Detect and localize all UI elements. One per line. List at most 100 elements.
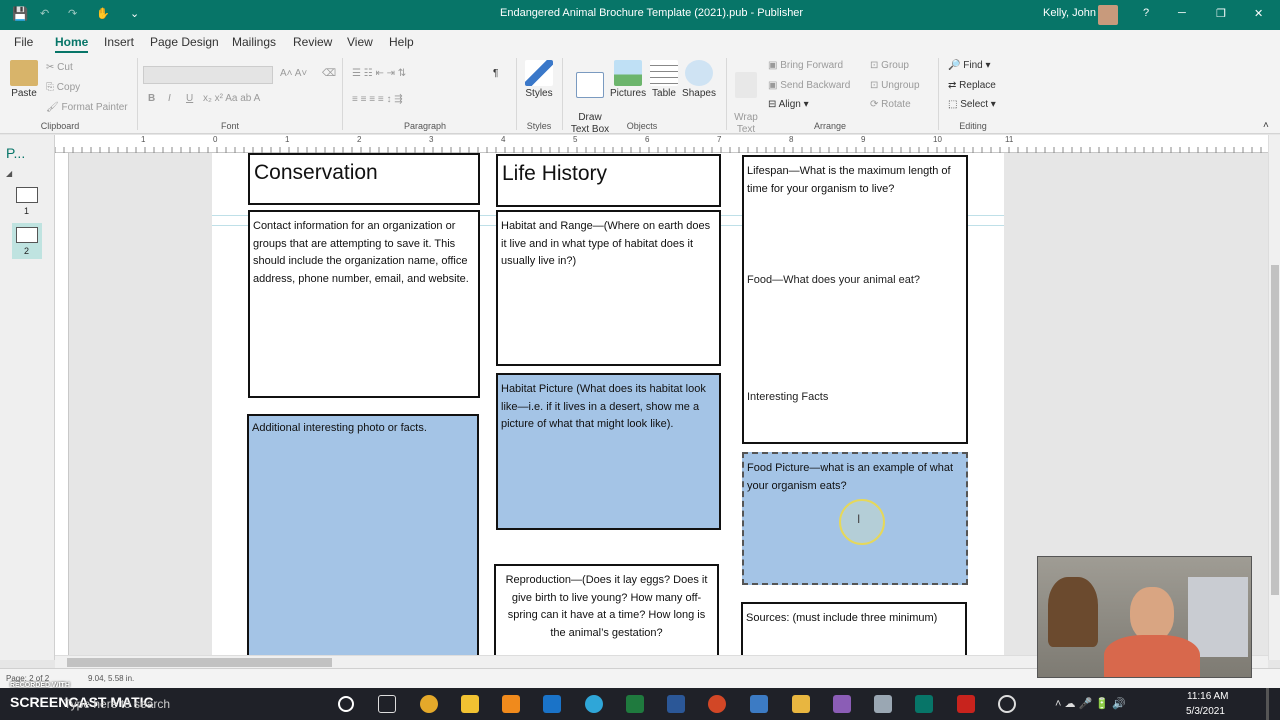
select-button[interactable]: ⬚ Select ▾: [948, 99, 996, 110]
chrome-icon[interactable]: [420, 695, 438, 713]
group-objects-label: Objects: [626, 121, 658, 131]
edge-icon[interactable]: [585, 695, 603, 713]
tab-help[interactable]: Help: [389, 35, 414, 49]
touch-mode-icon[interactable]: ✋: [96, 7, 110, 20]
food-picture-text: Food Picture—what is an example of what …: [747, 462, 954, 492]
send-backward-button[interactable]: ▣ Send Backward: [768, 80, 850, 91]
font-name-input[interactable]: [143, 66, 273, 84]
vlc-icon[interactable]: [502, 695, 520, 713]
tray-icons[interactable]: ˄ ☁ 🎤 🔋 🔊: [1055, 697, 1126, 710]
clear-format-icon[interactable]: ⌫: [322, 68, 336, 79]
tab-mailings[interactable]: Mailings: [232, 35, 276, 49]
tab-review[interactable]: Review: [293, 35, 332, 49]
excel-icon[interactable]: [626, 695, 644, 713]
tab-page-design[interactable]: Page Design: [150, 35, 219, 49]
word-icon[interactable]: [667, 695, 685, 713]
powerpoint-icon[interactable]: [708, 695, 726, 713]
scroll-thumb[interactable]: [67, 658, 332, 667]
group-styles-label: Styles: [526, 121, 552, 131]
lifespan-food-box[interactable]: Lifespan—What is the maximum length of t…: [742, 155, 968, 444]
media-icon[interactable]: [833, 695, 851, 713]
vertical-scrollbar[interactable]: [1268, 135, 1280, 660]
acrobat-icon[interactable]: [957, 695, 975, 713]
font-format-icons[interactable]: x₂ x² Aa ab A: [203, 93, 260, 104]
habitat-range-text: Habitat and Range—(Where on earth does i…: [501, 220, 711, 267]
publisher-icon[interactable]: [915, 695, 933, 713]
tab-insert[interactable]: Insert: [104, 35, 134, 49]
align-icons[interactable]: ≡ ≡ ≡ ≡ ↕ ⇶: [352, 94, 403, 105]
life-history-title-box[interactable]: Life History: [496, 154, 721, 207]
show-desktop-button[interactable]: [1266, 688, 1269, 720]
collapse-arrow-icon[interactable]: ◢: [6, 169, 12, 178]
conservation-body: Contact information for an organization …: [253, 220, 469, 285]
person-shirt: [1104, 635, 1200, 677]
user-name[interactable]: Kelly, John: [1043, 7, 1096, 19]
scroll-thumb[interactable]: [1271, 265, 1279, 595]
app-icon[interactable]: [874, 695, 892, 713]
styles-button[interactable]: Styles: [522, 60, 556, 100]
horizontal-ruler[interactable]: 1 0 1 2 3 4 5 6 7 8 9 10 11: [55, 135, 1270, 153]
list-icons[interactable]: ☰ ☷ ⇤ ⇥ ⇅: [352, 68, 406, 79]
menu-bar: File Home Insert Page Design Mailings Re…: [0, 30, 1280, 54]
divider: [137, 58, 138, 130]
shapes-button[interactable]: Shapes: [682, 60, 716, 100]
format-painter-button[interactable]: 🖌 Format Painter: [46, 102, 128, 113]
minimize-button[interactable]: ─: [1178, 7, 1186, 19]
ungroup-button[interactable]: ⊡ Ungroup: [870, 80, 920, 91]
cortana-icon[interactable]: [338, 696, 354, 712]
copy-button[interactable]: ⎘ Copy: [46, 82, 80, 93]
clock-date[interactable]: 5/3/2021: [1186, 706, 1225, 717]
cut-button[interactable]: ✂ Cut: [46, 62, 73, 73]
page-thumbnail-2-selected[interactable]: 2: [12, 223, 42, 259]
file-explorer-icon[interactable]: [461, 695, 479, 713]
outlook-icon[interactable]: [543, 695, 561, 713]
font-grow-icon[interactable]: A˄ A˅: [280, 68, 307, 79]
undo-icon[interactable]: ↶: [40, 7, 49, 20]
show-formatting-button[interactable]: ¶: [493, 68, 498, 79]
taskbar: SCREENCAST MATIC Type here to search ˄ ☁…: [0, 688, 1280, 720]
draw-text-box-button[interactable]: Draw Text Box: [568, 60, 612, 136]
additional-photo-box[interactable]: Additional interesting photo or facts.: [247, 414, 479, 655]
bold-button[interactable]: B: [148, 93, 155, 104]
save-icon[interactable]: 💾: [12, 6, 28, 22]
align-button[interactable]: ⊟ Align ▾: [768, 99, 809, 110]
tab-file[interactable]: File: [14, 35, 33, 49]
conservation-title-box[interactable]: Conservation: [248, 153, 480, 205]
life-history-title: Life History: [502, 162, 608, 185]
replace-button[interactable]: ⇄ Replace: [948, 80, 996, 91]
bring-forward-button[interactable]: ▣ Bring Forward: [768, 60, 843, 71]
record-icon[interactable]: [998, 695, 1016, 713]
folder-icon[interactable]: [792, 695, 810, 713]
redo-icon[interactable]: ↷: [68, 7, 77, 20]
conservation-text-box[interactable]: Contact information for an organization …: [248, 210, 480, 398]
table-button[interactable]: Table: [648, 60, 680, 100]
reproduction-box[interactable]: Reproduction—(Does it lay eggs? Does it …: [494, 564, 719, 655]
photos-icon[interactable]: [750, 695, 768, 713]
find-button[interactable]: 🔎 Find ▾: [948, 60, 991, 71]
sources-box[interactable]: Sources: (must include three minimum): [741, 602, 967, 655]
page-thumbnail-1[interactable]: [16, 187, 38, 203]
avatar[interactable]: [1098, 5, 1118, 25]
tab-view[interactable]: View: [347, 35, 373, 49]
customize-qat-icon[interactable]: ⌄: [130, 7, 139, 20]
underline-button[interactable]: U: [186, 93, 193, 104]
italic-button[interactable]: I: [168, 93, 171, 104]
vertical-ruler[interactable]: [55, 153, 69, 655]
help-button[interactable]: ?: [1143, 7, 1149, 19]
habitat-picture-box[interactable]: Habitat Picture (What does its habitat l…: [496, 373, 721, 530]
pictures-button[interactable]: Pictures: [610, 60, 646, 100]
restore-button[interactable]: ❐: [1216, 7, 1226, 20]
wrap-text-button[interactable]: Wrap Text: [732, 60, 760, 136]
close-button[interactable]: ✕: [1254, 7, 1263, 20]
cursor-highlight: [839, 499, 885, 545]
habitat-range-box[interactable]: Habitat and Range—(Where on earth does i…: [496, 210, 721, 366]
task-view-icon[interactable]: [378, 695, 396, 713]
group-button[interactable]: ⊡ Group: [870, 60, 909, 71]
collapse-ribbon-icon[interactable]: ˄: [1263, 120, 1269, 131]
rotate-button[interactable]: ⟳ Rotate: [870, 99, 911, 110]
tab-home[interactable]: Home: [55, 35, 89, 53]
taskbar-search[interactable]: Type here to search: [64, 697, 170, 711]
clock-time[interactable]: 11:16 AM: [1187, 691, 1229, 702]
pages-pane-label[interactable]: P...: [6, 145, 25, 161]
paste-button[interactable]: Paste: [8, 60, 40, 100]
